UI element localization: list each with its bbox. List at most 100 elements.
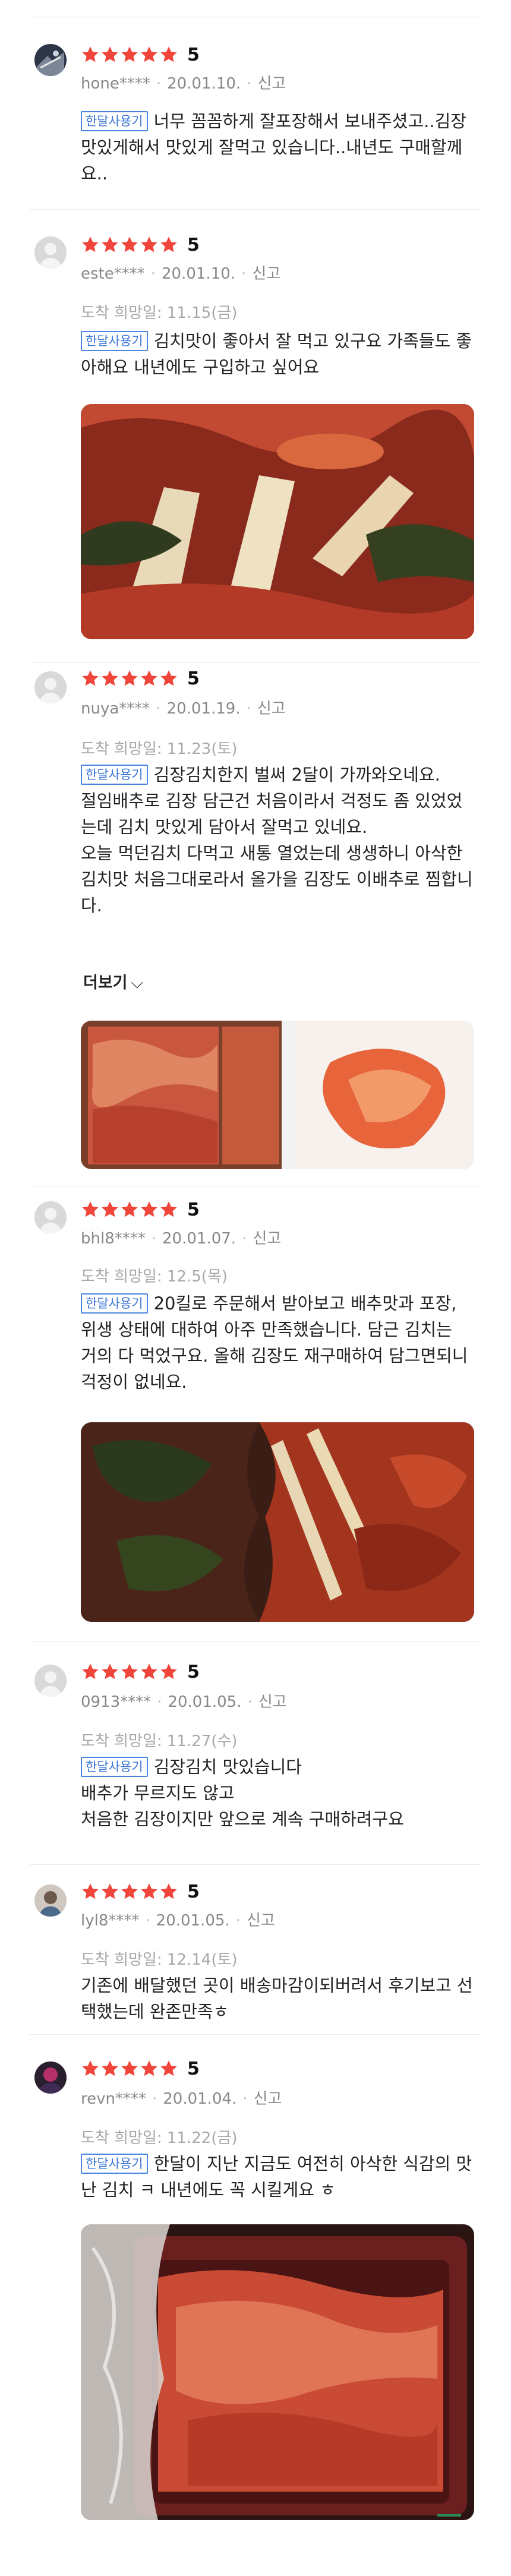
avatar — [34, 1884, 67, 1917]
star-icon — [100, 45, 119, 64]
review-divider — [30, 662, 481, 663]
star-icon — [100, 2059, 119, 2078]
review-meta: hone**** · 20.01.10. · 신고 — [81, 75, 286, 93]
avatar — [34, 671, 67, 703]
review-divider — [30, 209, 481, 210]
delivery-date: 도착 희망일: 11.15(금) — [81, 304, 238, 322]
star-icon — [159, 1200, 178, 1219]
star-icon — [120, 235, 139, 254]
month-usage-badge: 한달사용기 — [81, 2154, 148, 2174]
reviewer-id: nuya**** — [81, 700, 150, 718]
star-icon — [120, 45, 139, 64]
review-date: 20.01.10. — [162, 265, 236, 283]
rating-stars: 5 — [81, 1199, 200, 1220]
month-usage-badge: 한달사용기 — [81, 331, 148, 351]
star-icon — [140, 1200, 159, 1219]
star-icon — [159, 235, 178, 254]
review-meta: revn**** · 20.01.04. · 신고 — [81, 2090, 282, 2108]
rating-score: 5 — [187, 1661, 200, 1682]
review-text: 한달사용기 김장김치한지 벌써 2달이 가까와오네요. 절임배추로 김장 담근건 … — [81, 765, 473, 916]
rating-stars: 5 — [81, 1881, 200, 1902]
review-date: 20.01.05. — [156, 1912, 230, 1930]
review-date: 20.01.19. — [166, 700, 241, 718]
reviewer-id: revn**** — [81, 2090, 146, 2108]
avatar — [34, 236, 67, 269]
report-link[interactable]: 신고 — [258, 1693, 287, 1711]
avatar — [34, 2062, 67, 2094]
review-date: 20.01.07. — [162, 1230, 236, 1248]
month-usage-badge: 한달사용기 — [81, 1757, 148, 1777]
month-usage-badge: 한달사용기 — [81, 111, 148, 131]
star-icon — [159, 1662, 178, 1681]
star-icon — [100, 1662, 119, 1681]
star-icon — [81, 1200, 100, 1219]
report-link[interactable]: 신고 — [253, 1230, 281, 1248]
rating-stars: 5 — [81, 1661, 200, 1682]
rating-stars: 5 — [81, 668, 200, 689]
review-divider — [30, 1864, 481, 1865]
rating-score: 5 — [187, 234, 200, 255]
star-icon — [120, 2059, 139, 2078]
month-usage-badge: 한달사용기 — [81, 1293, 148, 1314]
review-photo[interactable] — [81, 1422, 474, 1622]
review-text: 한달사용기 20킬로 주문해서 받아보고 배추맛과 포장, 위생 상태에 대하여 … — [81, 1293, 468, 1392]
month-usage-badge: 한달사용기 — [81, 765, 148, 785]
reviewer-id: lyl8**** — [81, 1912, 140, 1930]
star-icon — [120, 1882, 139, 1901]
star-icon — [159, 2059, 178, 2078]
star-icon — [81, 669, 100, 688]
star-icon — [81, 1882, 100, 1901]
review-photo[interactable] — [81, 404, 474, 639]
delivery-date: 도착 희망일: 11.22(금) — [81, 2129, 238, 2147]
rating-score: 5 — [187, 668, 200, 689]
report-link[interactable]: 신고 — [254, 2090, 282, 2108]
rating-score: 5 — [187, 1199, 200, 1220]
star-icon — [120, 1662, 139, 1681]
star-icon — [159, 1882, 178, 1901]
star-icon — [140, 669, 159, 688]
star-icon — [159, 669, 178, 688]
star-icon — [140, 1882, 159, 1901]
reviewer-id: hone**** — [81, 75, 150, 93]
rating-stars: 5 — [81, 234, 200, 255]
review-date: 20.01.10. — [167, 75, 241, 93]
star-icon — [120, 669, 139, 688]
star-icon — [81, 1662, 100, 1681]
avatar — [34, 1201, 67, 1233]
report-link[interactable]: 신고 — [257, 700, 286, 718]
review-date: 20.01.05. — [168, 1693, 242, 1711]
report-link[interactable]: 신고 — [247, 1912, 275, 1930]
star-icon — [100, 1882, 119, 1901]
rating-stars: 5 — [81, 2058, 200, 2079]
star-icon — [120, 1200, 139, 1219]
reviewer-id: este**** — [81, 265, 145, 283]
delivery-date: 도착 희망일: 12.5(목) — [81, 1268, 228, 1286]
avatar — [34, 44, 67, 76]
rating-score: 5 — [187, 44, 200, 65]
rating-score: 5 — [187, 2058, 200, 2079]
reviewer-id: 0913**** — [81, 1693, 152, 1711]
star-icon — [140, 2059, 159, 2078]
avatar — [34, 1665, 67, 1697]
star-icon — [100, 1200, 119, 1219]
review-divider — [30, 2034, 481, 2035]
review-meta: nuya**** · 20.01.19. · 신고 — [81, 700, 286, 718]
expand-more-button[interactable]: 더보기 ⌵ — [83, 970, 143, 993]
review-meta: 0913**** · 20.01.05. · 신고 — [81, 1693, 287, 1711]
star-icon — [140, 45, 159, 64]
chevron-down-icon: ⌵ — [131, 974, 143, 992]
star-icon — [100, 669, 119, 688]
review-photo[interactable] — [81, 1021, 474, 1169]
review-photo[interactable] — [81, 2224, 474, 2520]
star-icon — [100, 235, 119, 254]
review-meta: bhl8**** · 20.01.07. · 신고 — [81, 1230, 282, 1248]
star-icon — [159, 45, 178, 64]
report-link[interactable]: 신고 — [252, 265, 280, 283]
review-text: 기존에 배달했던 곳이 배송마감이되버려서 후기보고 선택했는데 완존만족ㅎ — [81, 1975, 473, 2022]
report-link[interactable]: 신고 — [257, 75, 286, 93]
star-icon — [140, 1662, 159, 1681]
review-meta: este**** · 20.01.10. · 신고 — [81, 265, 281, 283]
delivery-date: 도착 희망일: 11.27(수) — [81, 1732, 238, 1750]
review-meta: lyl8**** · 20.01.05. · 신고 — [81, 1912, 275, 1930]
star-icon — [140, 235, 159, 254]
